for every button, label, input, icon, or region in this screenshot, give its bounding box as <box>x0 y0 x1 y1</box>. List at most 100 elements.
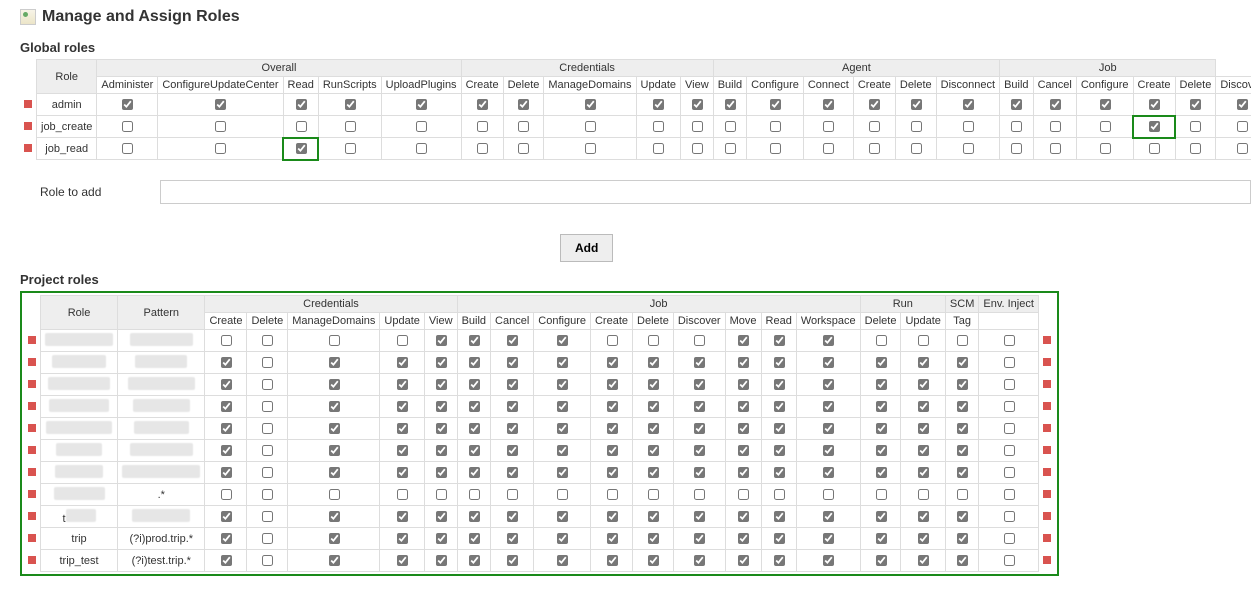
perm-checkbox[interactable] <box>518 143 529 154</box>
perm-checkbox[interactable] <box>876 533 887 544</box>
perm-checkbox[interactable] <box>823 533 834 544</box>
perm-checkbox[interactable] <box>823 335 834 346</box>
perm-checkbox[interactable] <box>653 143 664 154</box>
perm-checkbox[interactable] <box>262 445 273 456</box>
add-role-button[interactable]: Add <box>560 234 613 262</box>
perm-checkbox[interactable] <box>557 335 568 346</box>
perm-checkbox[interactable] <box>823 423 834 434</box>
perm-checkbox[interactable] <box>469 357 480 368</box>
perm-checkbox[interactable] <box>221 423 232 434</box>
perm-checkbox[interactable] <box>876 379 887 390</box>
perm-checkbox[interactable] <box>1004 379 1015 390</box>
perm-checkbox[interactable] <box>329 489 340 500</box>
perm-checkbox[interactable] <box>607 401 618 412</box>
perm-checkbox[interactable] <box>557 467 568 478</box>
perm-checkbox[interactable] <box>507 335 518 346</box>
perm-checkbox[interactable] <box>469 489 480 500</box>
perm-checkbox[interactable] <box>876 423 887 434</box>
perm-checkbox[interactable] <box>694 445 705 456</box>
delete-role-icon[interactable] <box>1043 446 1051 454</box>
perm-checkbox[interactable] <box>469 423 480 434</box>
perm-checkbox[interactable] <box>518 99 529 110</box>
delete-role-icon[interactable] <box>1043 358 1051 366</box>
perm-checkbox[interactable] <box>607 379 618 390</box>
perm-checkbox[interactable] <box>397 445 408 456</box>
perm-checkbox[interactable] <box>607 357 618 368</box>
perm-checkbox[interactable] <box>397 379 408 390</box>
perm-checkbox[interactable] <box>963 99 974 110</box>
delete-role-icon[interactable] <box>28 402 36 410</box>
perm-checkbox[interactable] <box>1050 121 1061 132</box>
perm-checkbox[interactable] <box>694 533 705 544</box>
perm-checkbox[interactable] <box>477 143 488 154</box>
perm-checkbox[interactable] <box>738 467 749 478</box>
perm-checkbox[interactable] <box>694 423 705 434</box>
perm-checkbox[interactable] <box>918 401 929 412</box>
delete-role-icon[interactable] <box>1043 468 1051 476</box>
perm-checkbox[interactable] <box>1149 121 1160 132</box>
perm-checkbox[interactable] <box>770 121 781 132</box>
perm-checkbox[interactable] <box>557 357 568 368</box>
perm-checkbox[interactable] <box>648 423 659 434</box>
perm-checkbox[interactable] <box>774 335 785 346</box>
perm-checkbox[interactable] <box>1004 401 1015 412</box>
perm-checkbox[interactable] <box>607 489 618 500</box>
perm-checkbox[interactable] <box>1100 143 1111 154</box>
perm-checkbox[interactable] <box>648 489 659 500</box>
delete-role-icon[interactable] <box>1043 512 1051 520</box>
perm-checkbox[interactable] <box>694 335 705 346</box>
perm-checkbox[interactable] <box>221 445 232 456</box>
perm-checkbox[interactable] <box>738 489 749 500</box>
perm-checkbox[interactable] <box>823 467 834 478</box>
perm-checkbox[interactable] <box>557 423 568 434</box>
perm-checkbox[interactable] <box>507 555 518 566</box>
perm-checkbox[interactable] <box>397 511 408 522</box>
perm-checkbox[interactable] <box>262 423 273 434</box>
perm-checkbox[interactable] <box>738 401 749 412</box>
perm-checkbox[interactable] <box>774 555 785 566</box>
delete-role-icon[interactable] <box>28 468 36 476</box>
delete-role-icon[interactable] <box>28 380 36 388</box>
perm-checkbox[interactable] <box>694 555 705 566</box>
perm-checkbox[interactable] <box>1149 99 1160 110</box>
perm-checkbox[interactable] <box>738 379 749 390</box>
perm-checkbox[interactable] <box>436 401 447 412</box>
perm-checkbox[interactable] <box>957 335 968 346</box>
perm-checkbox[interactable] <box>876 555 887 566</box>
perm-checkbox[interactable] <box>585 121 596 132</box>
perm-checkbox[interactable] <box>469 533 480 544</box>
perm-checkbox[interactable] <box>911 121 922 132</box>
perm-checkbox[interactable] <box>725 121 736 132</box>
perm-checkbox[interactable] <box>469 335 480 346</box>
perm-checkbox[interactable] <box>876 401 887 412</box>
perm-checkbox[interactable] <box>963 143 974 154</box>
perm-checkbox[interactable] <box>557 511 568 522</box>
perm-checkbox[interactable] <box>869 121 880 132</box>
perm-checkbox[interactable] <box>262 335 273 346</box>
perm-checkbox[interactable] <box>918 423 929 434</box>
perm-checkbox[interactable] <box>823 489 834 500</box>
perm-checkbox[interactable] <box>329 423 340 434</box>
perm-checkbox[interactable] <box>329 467 340 478</box>
perm-checkbox[interactable] <box>436 423 447 434</box>
perm-checkbox[interactable] <box>694 489 705 500</box>
perm-checkbox[interactable] <box>436 467 447 478</box>
perm-checkbox[interactable] <box>869 99 880 110</box>
perm-checkbox[interactable] <box>648 511 659 522</box>
perm-checkbox[interactable] <box>1100 99 1111 110</box>
perm-checkbox[interactable] <box>653 99 664 110</box>
perm-checkbox[interactable] <box>329 533 340 544</box>
perm-checkbox[interactable] <box>397 401 408 412</box>
perm-checkbox[interactable] <box>918 445 929 456</box>
perm-checkbox[interactable] <box>911 143 922 154</box>
perm-checkbox[interactable] <box>648 357 659 368</box>
perm-checkbox[interactable] <box>694 511 705 522</box>
delete-role-icon[interactable] <box>1043 534 1051 542</box>
perm-checkbox[interactable] <box>1011 121 1022 132</box>
perm-checkbox[interactable] <box>774 357 785 368</box>
perm-checkbox[interactable] <box>774 379 785 390</box>
perm-checkbox[interactable] <box>823 445 834 456</box>
perm-checkbox[interactable] <box>262 511 273 522</box>
delete-role-icon[interactable] <box>28 490 36 498</box>
perm-checkbox[interactable] <box>607 533 618 544</box>
